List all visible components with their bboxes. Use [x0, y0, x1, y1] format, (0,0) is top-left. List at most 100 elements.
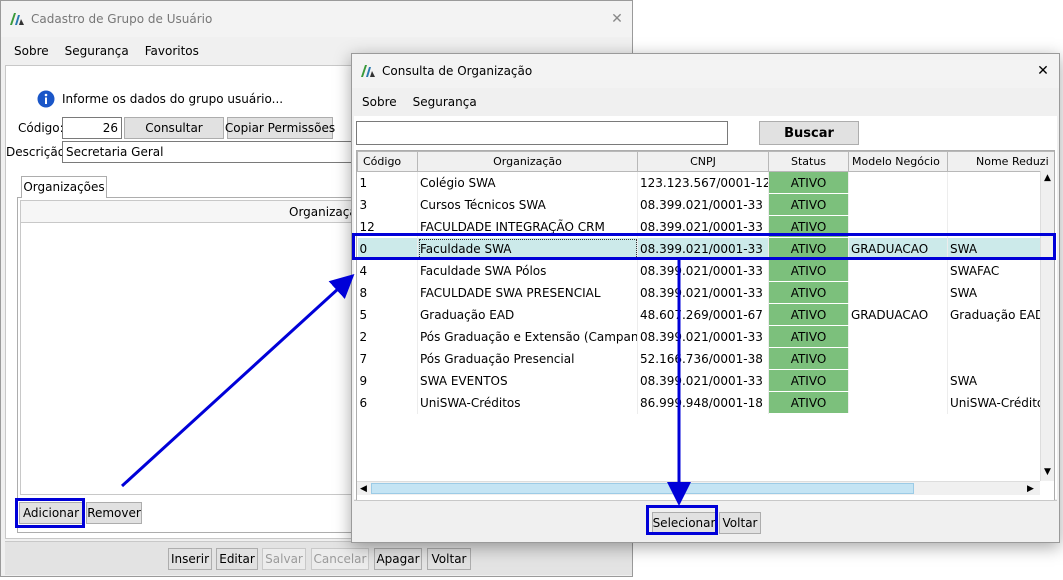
cell-cnpj: 08.399.021/0001-33	[637, 259, 769, 282]
cell-organizacao: FACULDADE SWA PRESENCIAL	[417, 281, 638, 304]
table-row[interactable]: 1 Colégio SWA 123.123.567/0001-12 ATIVO	[357, 171, 1054, 194]
cell-codigo: 1	[357, 171, 418, 194]
organizacoes-list[interactable]: Organização	[20, 200, 364, 495]
table-row[interactable]: 3 Cursos Técnicos SWA 08.399.021/0001-33…	[357, 193, 1054, 216]
column-modelo-negocio[interactable]: Modelo Negócio	[848, 151, 948, 172]
dialog-title: Consulta de Organização	[382, 64, 533, 78]
menu-sobre[interactable]: Sobre	[362, 95, 397, 109]
dialog-body: Buscar Código Organização CNPJ Status Mo…	[354, 116, 1057, 502]
cell-cnpj: 08.399.021/0001-33	[637, 325, 769, 348]
cell-organizacao: Pós Graduação Presencial	[417, 347, 638, 370]
editar-button[interactable]: Editar	[216, 548, 258, 570]
menu-seguranca[interactable]: Segurança	[65, 44, 129, 58]
cell-organizacao: Cursos Técnicos SWA	[417, 193, 638, 216]
cell-status: ATIVO	[768, 303, 849, 326]
voltar-button[interactable]: Voltar	[427, 548, 471, 570]
column-codigo[interactable]: Código	[357, 151, 418, 172]
table-row[interactable]: 2 Pós Graduação e Extensão (Campanhas) 0…	[357, 325, 1054, 348]
inserir-button[interactable]: Inserir	[168, 548, 212, 570]
footer-bar: Inserir Editar Salvar Cancelar Apagar Vo…	[5, 541, 632, 575]
cell-cnpj: 08.399.021/0001-33	[637, 193, 769, 216]
column-cnpj[interactable]: CNPJ	[637, 151, 769, 172]
cell-cnpj: 86.999.948/0001-18	[637, 391, 769, 414]
cell-modelo-negocio: GRADUACAO	[848, 303, 948, 326]
cell-organizacao: Colégio SWA	[417, 171, 638, 194]
horizontal-scrollbar[interactable]: ◀ ▶	[357, 481, 1040, 495]
window-title: Cadastro de Grupo de Usuário	[31, 12, 213, 26]
organizacoes-panel: Organização	[17, 197, 364, 533]
cell-status: ATIVO	[768, 391, 849, 414]
cell-codigo: 9	[357, 369, 418, 392]
copiar-permissoes-button[interactable]: Copiar Permissões	[225, 117, 335, 139]
cell-modelo-negocio	[848, 325, 948, 348]
column-status[interactable]: Status	[768, 151, 849, 172]
cell-organizacao: SWA EVENTOS	[417, 369, 638, 392]
table-row[interactable]: 5 Graduação EAD 48.607.269/0001-67 ATIVO…	[357, 303, 1054, 326]
cell-status: ATIVO	[768, 171, 849, 194]
descricao-field[interactable]: Secretaria Geral	[62, 141, 362, 163]
column-nome-reduzido[interactable]: Nome Reduzi	[947, 151, 1054, 172]
app-logo-icon	[10, 13, 24, 25]
close-icon[interactable]: ✕	[606, 8, 628, 30]
cell-codigo: 6	[357, 391, 418, 414]
apagar-button[interactable]: Apagar	[374, 548, 422, 570]
dialog-menu-bar: Sobre Segurança	[352, 91, 1059, 113]
salvar-button[interactable]: Salvar	[262, 548, 306, 570]
menu-favoritos[interactable]: Favoritos	[145, 44, 199, 58]
cell-modelo-negocio	[848, 281, 948, 304]
cell-cnpj: 52.166.736/0001-38	[637, 347, 769, 370]
table-row[interactable]: 8 FACULDADE SWA PRESENCIAL 08.399.021/00…	[357, 281, 1054, 304]
close-icon[interactable]: ✕	[1032, 60, 1054, 82]
consultar-button[interactable]: Consultar	[124, 117, 224, 139]
cell-modelo-negocio	[848, 259, 948, 282]
cell-nome-reduzido	[947, 325, 1054, 348]
cell-status: ATIVO	[768, 193, 849, 216]
table-row[interactable]: 7 Pós Graduação Presencial 52.166.736/00…	[357, 347, 1054, 370]
scroll-right-icon[interactable]: ▶	[1027, 484, 1034, 494]
voltar-button[interactable]: Voltar	[719, 512, 761, 534]
selecionar-highlight-box	[646, 505, 718, 535]
table-header: Código Organização CNPJ Status Modelo Ne…	[357, 151, 1054, 172]
cell-organizacao: Pós Graduação e Extensão (Campanhas)	[417, 325, 638, 348]
cancelar-button[interactable]: Cancelar	[311, 548, 369, 570]
title-bar: Cadastro de Grupo de Usuário ✕	[1, 1, 632, 37]
scroll-thumb[interactable]	[371, 483, 914, 494]
app-logo-icon	[361, 65, 375, 77]
table-row[interactable]: 4 Faculdade SWA Pólos 08.399.021/0001-33…	[357, 259, 1054, 282]
cell-status: ATIVO	[768, 325, 849, 348]
cell-organizacao: Graduação EAD	[417, 303, 638, 326]
scroll-up-icon[interactable]: ▲	[1044, 173, 1051, 183]
cell-nome-reduzido	[947, 347, 1054, 370]
remover-button[interactable]: Remover	[86, 502, 142, 524]
column-organizacao[interactable]: Organização	[417, 151, 638, 172]
tab-organizacoes[interactable]: Organizações	[21, 176, 107, 198]
scroll-left-icon[interactable]: ◀	[360, 484, 367, 494]
cell-codigo: 2	[357, 325, 418, 348]
codigo-field[interactable]: 26	[62, 117, 122, 139]
cell-cnpj: 08.399.021/0001-33	[637, 369, 769, 392]
organizacao-grid: Código Organização CNPJ Status Modelo Ne…	[356, 150, 1055, 502]
cell-codigo: 7	[357, 347, 418, 370]
table-row[interactable]: 6 UniSWA-Créditos 86.999.948/0001-18 ATI…	[357, 391, 1054, 414]
search-input[interactable]	[356, 121, 728, 145]
cell-nome-reduzido: SWAFAC	[947, 259, 1054, 282]
vertical-scrollbar[interactable]: ▲ ▼	[1040, 171, 1054, 481]
cell-codigo: 5	[357, 303, 418, 326]
info-icon	[37, 90, 55, 108]
buscar-button[interactable]: Buscar	[759, 121, 859, 145]
dialog-title-bar: Consulta de Organização ✕	[352, 54, 1059, 88]
cell-nome-reduzido	[947, 171, 1054, 194]
scroll-down-icon[interactable]: ▼	[1044, 467, 1051, 477]
table-row[interactable]: 9 SWA EVENTOS 08.399.021/0001-33 ATIVO S…	[357, 369, 1054, 392]
info-text: Informe os dados do grupo usuário...	[62, 92, 284, 106]
cell-cnpj: 08.399.021/0001-33	[637, 281, 769, 304]
consulta-organizacao-dialog: Consulta de Organização ✕ Sobre Seguranç…	[351, 53, 1060, 543]
cell-cnpj: 48.607.269/0001-67	[637, 303, 769, 326]
menu-sobre[interactable]: Sobre	[14, 44, 49, 58]
cell-status: ATIVO	[768, 281, 849, 304]
menu-seguranca[interactable]: Segurança	[413, 95, 477, 109]
cell-status: ATIVO	[768, 347, 849, 370]
cell-modelo-negocio	[848, 391, 948, 414]
cell-status: ATIVO	[768, 259, 849, 282]
adicionar-highlight-box	[15, 498, 85, 528]
